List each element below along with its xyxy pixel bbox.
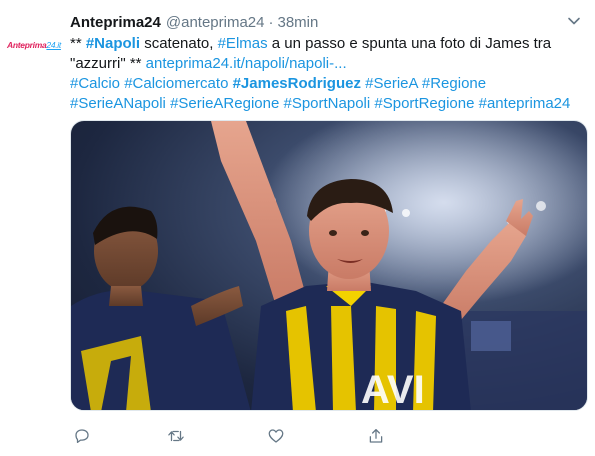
share-icon[interactable] (364, 424, 388, 448)
author-name[interactable]: Anteprima24 (70, 14, 161, 31)
heart-icon[interactable] (264, 424, 288, 448)
tweet-text: ** #Napoli scatenato, #Elmas a un passo … (70, 35, 571, 112)
hashtag[interactable]: #SportNapoli (283, 95, 370, 112)
tweet-header: Anteprima24 @anteprima24 · 38min (70, 12, 318, 32)
tweet-actions (70, 424, 400, 448)
hashtag-elmas[interactable]: #Elmas (218, 35, 268, 52)
hashtag[interactable]: #Calcio (70, 75, 120, 92)
avatar-logo: Anteprima24.it (7, 40, 61, 50)
hashtag[interactable]: #SerieANapoli (70, 95, 166, 112)
hashtag[interactable]: #Regione (422, 75, 486, 92)
hashtag[interactable]: #Calciomercato (124, 75, 228, 92)
timestamp[interactable]: 38min (278, 14, 319, 31)
hashtag[interactable]: #SerieA (365, 75, 418, 92)
tweet-photo[interactable]: AVI (70, 120, 588, 411)
hashtag[interactable]: #JamesRodriguez (233, 75, 361, 92)
author-handle[interactable]: @anteprima24 (166, 14, 265, 31)
tweet[interactable]: Anteprima24.it Anteprima24 @anteprima24 … (0, 0, 595, 456)
article-link[interactable]: anteprima24.it/napoli/napoli-... (146, 55, 347, 72)
hashtag-napoli[interactable]: #Napoli (86, 35, 140, 52)
jersey-text: AVI (361, 368, 425, 411)
avatar[interactable]: Anteprima24.it (7, 20, 61, 70)
separator-dot: · (268, 13, 274, 31)
chevron-down-icon[interactable] (565, 12, 583, 30)
retweet-icon[interactable] (164, 424, 188, 448)
hashtag[interactable]: #anteprima24 (479, 95, 571, 112)
hashtag[interactable]: #SportRegione (374, 95, 474, 112)
photo-illustration: AVI (71, 121, 587, 411)
hashtag[interactable]: #SerieARegione (170, 95, 279, 112)
reply-icon[interactable] (70, 424, 94, 448)
